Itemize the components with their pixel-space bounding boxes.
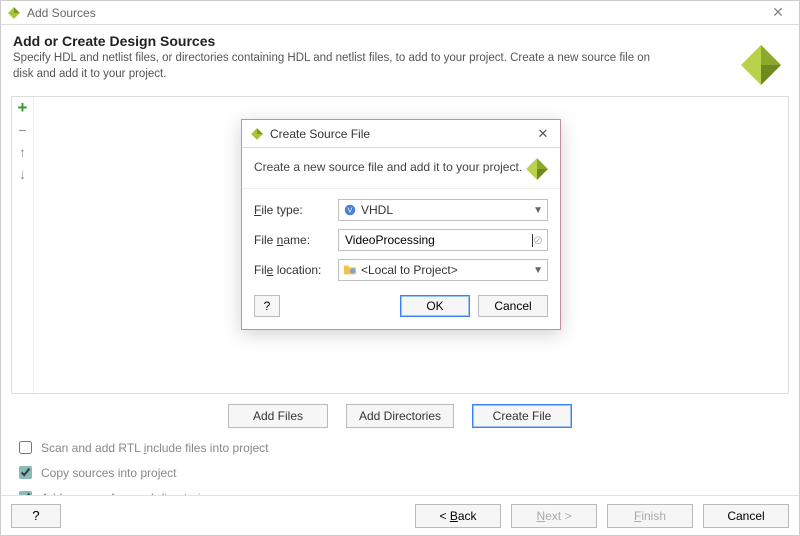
page-title: Add or Create Design Sources [13,33,785,49]
page-description: Specify HDL and netlist files, or direct… [13,51,653,82]
dialog-help-button[interactable]: ? [254,295,280,317]
ok-button[interactable]: OK [400,295,470,317]
move-up-button[interactable]: ↑ [14,143,32,161]
dialog-app-icon [250,127,264,141]
side-toolbar: + − ↑ ↓ [12,97,34,393]
remove-source-button[interactable]: − [14,121,32,139]
add-sources-window: Add Sources ✕ Add or Create Design Sourc… [0,0,800,536]
folder-icon [343,263,357,277]
vhdl-type-icon: V [343,203,357,217]
window-title: Add Sources [27,6,763,20]
file-location-combo[interactable]: <Local to Project> ▼ [338,259,548,281]
file-name-label: File name: [254,233,332,247]
dialog-titlebar: Create Source File ✕ [242,120,560,148]
app-icon [7,6,21,20]
close-icon[interactable]: ✕ [763,4,793,21]
vivado-logo-icon [737,41,785,89]
wizard-footer: ? < Back Next > Finish Cancel [1,495,799,535]
copy-sources-checkbox[interactable]: Copy sources into project [15,463,785,482]
chevron-down-icon: ▼ [533,265,543,276]
dialog-logo-icon [524,156,550,182]
back-button[interactable]: < Back [415,504,501,528]
finish-button[interactable]: Finish [607,504,693,528]
wizard-header: Add or Create Design Sources Specify HDL… [1,25,799,92]
file-name-field[interactable]: ⊘ [338,229,548,251]
scan-include-label: Scan and add RTL include files into proj… [41,441,269,455]
mid-button-row: Add Files Add Directories Create File [1,404,799,428]
create-source-file-dialog: Create Source File ✕ Create a new source… [241,119,561,330]
dialog-form: File type: V VHDL ▼ File name: ⊘ File lo… [242,189,560,287]
titlebar: Add Sources ✕ [1,1,799,25]
add-source-button[interactable]: + [14,99,32,117]
dialog-header: Create a new source file and add it to y… [242,148,560,188]
scan-include-checkbox[interactable]: Scan and add RTL include files into proj… [15,438,785,457]
file-type-combo[interactable]: V VHDL ▼ [338,199,548,221]
scan-include-input[interactable] [19,441,32,454]
file-location-value: <Local to Project> [361,263,533,277]
svg-text:V: V [348,208,353,215]
copy-sources-label: Copy sources into project [41,466,176,480]
file-name-input[interactable] [343,232,532,248]
help-button[interactable]: ? [11,504,61,528]
copy-sources-input[interactable] [19,466,32,479]
add-directories-button[interactable]: Add Directories [346,404,454,428]
file-type-value: VHDL [361,203,533,217]
next-button[interactable]: Next > [511,504,597,528]
dialog-title: Create Source File [270,127,534,141]
file-location-label: File location: [254,263,332,277]
chevron-down-icon: ▼ [533,205,543,216]
cancel-button[interactable]: Cancel [703,504,789,528]
dialog-footer: ? OK Cancel [242,287,560,329]
dialog-description: Create a new source file and add it to y… [254,160,522,174]
dialog-cancel-button[interactable]: Cancel [478,295,548,317]
dialog-close-icon[interactable]: ✕ [534,126,552,142]
add-files-button[interactable]: Add Files [228,404,328,428]
clear-input-icon[interactable]: ⊘ [533,233,543,247]
move-down-button[interactable]: ↓ [14,165,32,183]
file-type-label: File type: [254,203,332,217]
create-file-button[interactable]: Create File [472,404,572,428]
